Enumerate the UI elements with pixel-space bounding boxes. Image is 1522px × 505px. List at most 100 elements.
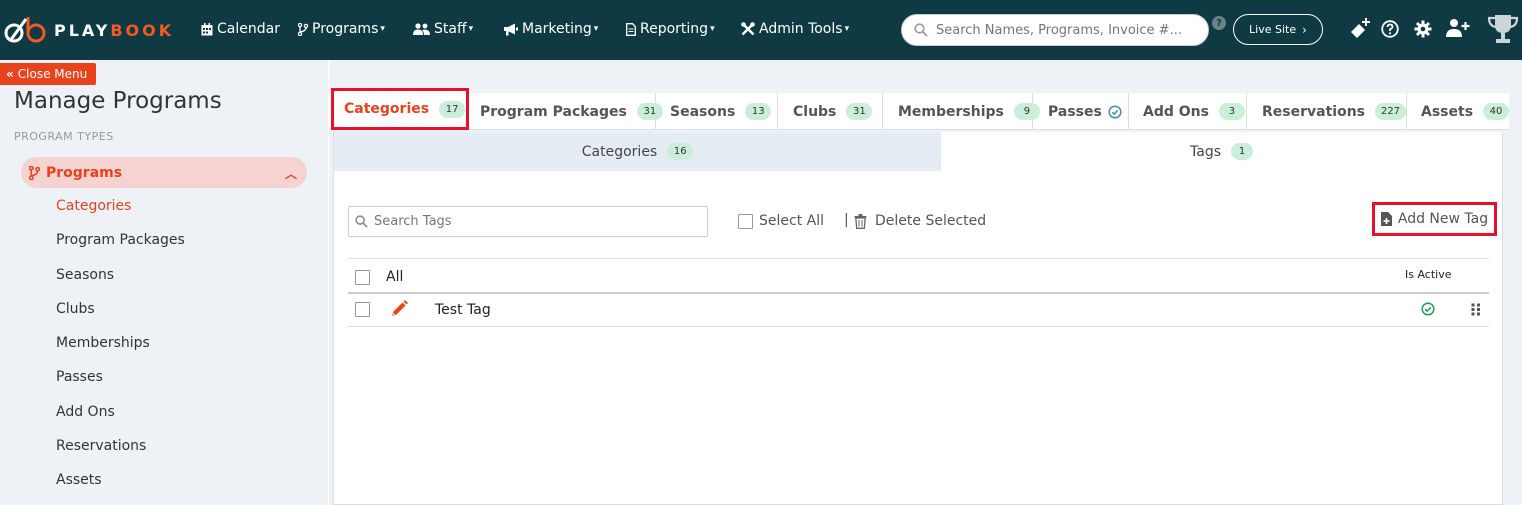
header-divider: [348, 292, 1489, 294]
global-search[interactable]: [901, 14, 1209, 46]
nav-label: Reporting: [640, 21, 709, 37]
close-menu-label: Close Menu: [17, 67, 88, 81]
count-badge: 40: [1483, 103, 1510, 120]
drag-handle-icon[interactable]: [1471, 303, 1481, 316]
sidebar-item-categories[interactable]: Categories: [56, 198, 131, 214]
nav-programs[interactable]: Programs ▾: [298, 19, 385, 39]
branch-icon: [29, 165, 40, 180]
chevron-up-icon[interactable]: ︿: [285, 165, 297, 182]
chevron-down-icon: ▾: [380, 24, 385, 34]
sidebar-item-reservations[interactable]: Reservations: [56, 438, 146, 454]
top-navbar: PLAYBOOK Calendar Programs ▾ Staff ▾ Marke…: [0, 0, 1522, 60]
pencil-icon[interactable]: [390, 300, 408, 318]
nav-label: Calendar: [217, 21, 280, 37]
close-menu-button[interactable]: «Close Menu: [0, 63, 96, 85]
select-all-label[interactable]: Select All: [759, 213, 824, 229]
tools-icon: [741, 22, 755, 36]
logo-mark-icon: [4, 17, 46, 43]
chevron-down-icon: ▾: [593, 24, 599, 34]
tab-label: Seasons: [670, 103, 736, 120]
file-icon: [626, 22, 636, 36]
sidebar-item-program-packages[interactable]: Program Packages: [56, 232, 185, 248]
chevron-down-icon: ▾: [710, 24, 715, 34]
tab-reservations[interactable]: Reservations 227: [1247, 93, 1407, 130]
trophy-icon[interactable]: [1487, 13, 1519, 45]
tab-label: Reservations: [1262, 103, 1365, 120]
tab-label: Passes: [1048, 103, 1102, 120]
tags-panel: [333, 132, 1503, 505]
announcement-plus-icon[interactable]: [1349, 16, 1373, 40]
subtab-tags[interactable]: Tags 1: [941, 132, 1502, 171]
select-all-checkbox[interactable]: [738, 214, 753, 229]
nav-label: Admin Tools: [759, 21, 843, 37]
page-title: Manage Programs: [14, 88, 222, 114]
sidebar-item-clubs[interactable]: Clubs: [56, 301, 95, 317]
search-icon: [355, 215, 368, 228]
active-check-icon[interactable]: [1421, 302, 1435, 316]
count-badge: 31: [846, 103, 873, 120]
chevron-down-icon: ▾: [468, 24, 474, 34]
file-plus-icon: [1380, 212, 1392, 226]
nav-admin-tools[interactable]: Admin Tools ▾: [741, 19, 849, 39]
nav-calendar[interactable]: Calendar: [201, 19, 280, 39]
subtab-label: Categories: [581, 143, 658, 160]
tab-memberships[interactable]: Memberships 9: [883, 93, 1040, 130]
tag-search-input[interactable]: [374, 214, 694, 229]
row-checkbox[interactable]: [355, 302, 370, 317]
trash-icon[interactable]: [854, 214, 867, 229]
add-new-tag-button[interactable]: Add New Tag: [1372, 202, 1497, 236]
sidebar-item-memberships[interactable]: Memberships: [56, 335, 150, 351]
sidebar-item-add-ons[interactable]: Add Ons: [56, 404, 115, 420]
nav-marketing[interactable]: Marketing ▾: [503, 19, 598, 39]
tab-label: Assets: [1421, 103, 1474, 120]
search-help-icon[interactable]: ?: [1212, 16, 1226, 30]
select-all-rows-checkbox[interactable]: [355, 270, 370, 285]
sidebar-group-programs[interactable]: Programs ︿: [21, 157, 307, 188]
sidebar-section-label: PROGRAM TYPES: [14, 130, 114, 143]
sidebar-item-assets[interactable]: Assets: [56, 472, 102, 488]
column-header-is-active: Is Active: [1405, 268, 1452, 281]
sidebar-group-label: Programs: [46, 164, 123, 181]
tab-categories[interactable]: Categories 17: [331, 88, 469, 130]
sidebar-item-seasons[interactable]: Seasons: [56, 267, 114, 283]
nav-label: Programs: [312, 21, 379, 37]
megaphone-icon: [504, 23, 518, 35]
tab-assets[interactable]: Assets 40: [1407, 93, 1510, 130]
tag-search[interactable]: [348, 206, 708, 237]
gear-icon[interactable]: [1414, 20, 1432, 38]
subtab-categories[interactable]: Categories 16: [334, 132, 941, 171]
nav-label: Staff: [434, 21, 467, 37]
nav-staff[interactable]: Staff ▾: [413, 19, 473, 39]
playbook-logo[interactable]: PLAYBOOK: [4, 14, 174, 46]
tab-seasons[interactable]: Seasons 13: [656, 93, 778, 130]
check-circle-icon: [1108, 104, 1122, 119]
subtab-label: Tags: [1190, 143, 1221, 160]
tab-add-ons[interactable]: Add Ons 3: [1129, 93, 1247, 130]
count-badge: 16: [667, 143, 694, 160]
global-search-input[interactable]: [936, 22, 1196, 38]
tab-label: Categories: [344, 101, 430, 117]
chevron-down-icon: ▾: [844, 24, 850, 34]
add-user-icon[interactable]: [1446, 18, 1470, 38]
add-new-tag-label: Add New Tag: [1397, 211, 1489, 227]
column-header-all: All: [386, 269, 404, 285]
double-chevron-left-icon: «: [6, 67, 14, 81]
nav-label: Marketing: [522, 21, 592, 37]
nav-reporting[interactable]: Reporting ▾: [626, 19, 715, 39]
count-badge: 13: [745, 103, 772, 120]
tab-clubs[interactable]: Clubs 31: [778, 93, 883, 130]
count-badge: 17: [439, 100, 466, 118]
users-icon: [413, 23, 430, 35]
table-top-border: [348, 258, 1489, 259]
tab-program-packages[interactable]: Program Packages 31: [470, 93, 663, 130]
tab-passes[interactable]: Passes: [1033, 93, 1129, 130]
branch-icon: [298, 22, 308, 36]
live-site-button[interactable]: Live Site ›: [1233, 14, 1323, 45]
search-icon: [914, 23, 928, 37]
toolbar-divider: |: [844, 212, 849, 228]
sidebar-item-passes[interactable]: Passes: [56, 369, 103, 385]
count-badge: 1: [1231, 143, 1253, 160]
delete-selected-button[interactable]: Delete Selected: [875, 213, 986, 229]
help-circle-icon[interactable]: [1381, 20, 1399, 38]
tab-label: Memberships: [898, 103, 1004, 120]
